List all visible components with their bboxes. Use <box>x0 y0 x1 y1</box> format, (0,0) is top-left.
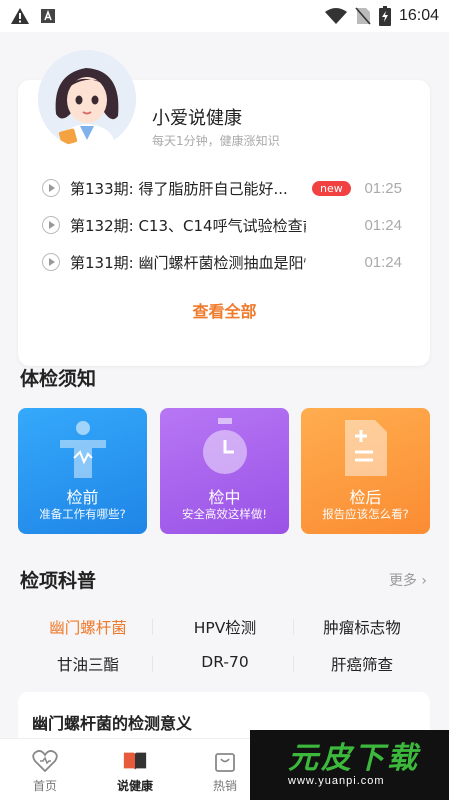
topic-item[interactable]: 甘油三酯 <box>18 653 158 675</box>
topics-heading: 检项科普 <box>20 570 97 592</box>
before-exam-tile[interactable]: 检前 准备工作有哪些? <box>18 408 147 534</box>
view-all-button[interactable]: 查看全部 <box>0 298 449 322</box>
episode-title: 第133期: 得了脂肪肝自己能好... <box>70 179 288 198</box>
after-exam-tile[interactable]: 检后 报告应该怎么看? <box>301 408 430 534</box>
tile-title: 检后 <box>349 488 382 507</box>
doctor-avatar <box>38 50 136 148</box>
clock: 16:04 <box>398 7 439 24</box>
during-exam-tile[interactable]: 检中 安全高效这样做! <box>160 408 289 534</box>
episode-title: 第132期: C13、C14呼气试验检查前... <box>70 216 306 235</box>
play-icon[interactable] <box>42 179 60 197</box>
heart-icon <box>32 749 58 773</box>
episode-duration: 01:24 <box>364 216 402 234</box>
divider <box>152 656 153 672</box>
episode-item[interactable]: 第133期: 得了脂肪肝自己能好... new 01:25 <box>42 175 402 201</box>
play-icon[interactable] <box>42 253 60 271</box>
chevron-right-icon: › <box>421 573 427 589</box>
topic-item[interactable]: DR-70 <box>155 653 295 671</box>
topic-item[interactable]: 肝癌筛查 <box>292 653 432 675</box>
tab-home[interactable]: 首页 <box>0 739 90 800</box>
watermark-text: 元皮下载 <box>288 741 420 776</box>
article-title: 幽门螺杆菌的检测意义 <box>32 714 193 733</box>
new-badge: new <box>312 180 351 196</box>
font-a-icon <box>41 9 55 23</box>
episode-item[interactable]: 第131期: 幽门螺杆菌检测抽血是阳性... 01:24 <box>42 249 402 275</box>
more-link[interactable]: 更多 › <box>389 570 427 590</box>
podcast-subtitle: 每天1分钟，健康涨知识 <box>152 134 280 148</box>
divider <box>152 619 153 635</box>
tile-subtitle: 安全高效这样做! <box>181 507 268 521</box>
tile-subtitle: 报告应该怎么看? <box>322 507 409 521</box>
episode-duration: 01:24 <box>364 253 402 271</box>
tab-label: 说健康 <box>116 779 153 793</box>
episode-title: 第131期: 幽门螺杆菌检测抽血是阳性... <box>70 253 306 272</box>
watermark-url: www.yuanpi.com <box>288 775 385 787</box>
watermark-logo: 元皮下载 www.yuanpi.com <box>250 730 449 800</box>
topic-item[interactable]: HPV检测 <box>155 616 295 638</box>
exam-notes-heading: 体检须知 <box>20 368 97 390</box>
no-sim-icon <box>355 7 371 25</box>
more-label: 更多 <box>388 573 417 589</box>
episode-item[interactable]: 第132期: C13、C14呼气试验检查前... 01:24 <box>42 212 402 238</box>
warning-icon <box>11 8 29 24</box>
topic-item[interactable]: 肿瘤标志物 <box>292 616 432 638</box>
tab-label: 热销 <box>212 779 237 793</box>
status-bar: 16:04 <box>0 0 449 32</box>
tile-title: 检前 <box>66 488 99 507</box>
person-icon <box>60 421 106 478</box>
tile-title: 检中 <box>208 488 241 507</box>
tile-subtitle: 准备工作有哪些? <box>39 507 126 521</box>
topic-item[interactable]: 幽门螺杆菌 <box>18 616 158 638</box>
battery-icon <box>378 6 391 26</box>
podcast-title: 小爱说健康 <box>152 108 242 129</box>
play-icon[interactable] <box>42 216 60 234</box>
tab-label: 首页 <box>32 779 57 793</box>
bag-icon <box>212 749 238 773</box>
report-icon <box>345 420 387 476</box>
tab-talk-health[interactable]: 说健康 <box>90 739 180 800</box>
book-icon <box>122 749 148 773</box>
stopwatch-icon <box>203 418 247 474</box>
episode-duration: 01:25 <box>364 179 402 197</box>
wifi-icon <box>324 8 347 24</box>
